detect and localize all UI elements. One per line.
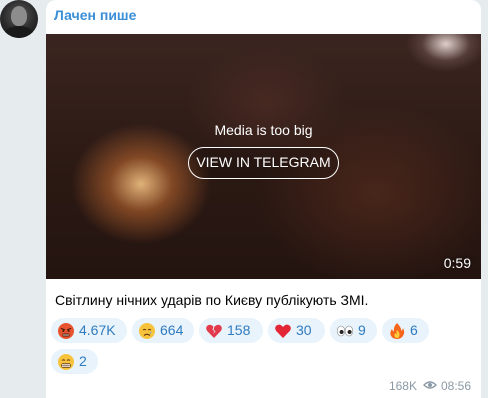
- reaction-count: 664: [160, 322, 184, 338]
- broken-heart-icon: [205, 322, 223, 340]
- reaction-count: 30: [296, 322, 312, 338]
- reaction-crying[interactable]: 664: [132, 318, 194, 343]
- avatar-shoulders: [4, 26, 34, 38]
- video-media[interactable]: Media is too big VIEW IN TELEGRAM 0:59: [46, 34, 481, 279]
- view-in-telegram-button[interactable]: VIEW IN TELEGRAM: [188, 147, 339, 179]
- grimacing-face-icon: [57, 353, 75, 371]
- message-time: 08:56: [440, 379, 471, 393]
- video-duration: 0:59: [443, 255, 471, 271]
- message-meta: 168K 08:56: [389, 379, 471, 393]
- fire-icon: [388, 322, 406, 340]
- channel-avatar[interactable]: [0, 0, 38, 38]
- message-bubble: Лачен пише Media is too big VIEW IN TELE…: [46, 0, 481, 398]
- reaction-heart[interactable]: 30: [268, 318, 325, 343]
- crying-face-icon: [138, 322, 156, 340]
- angry-face-icon: [57, 322, 75, 340]
- reaction-grimacing[interactable]: 2: [51, 349, 98, 374]
- reaction-angry[interactable]: 4.67K: [51, 318, 127, 343]
- reaction-count: 2: [79, 353, 87, 369]
- reaction-count: 4.67K: [79, 322, 116, 338]
- eye-icon: [423, 379, 437, 393]
- message-caption: Світлину нічних ударів по Києву публікую…: [55, 292, 369, 308]
- reaction-broken-heart[interactable]: 158: [199, 318, 263, 343]
- reaction-eyes[interactable]: 9: [330, 318, 377, 343]
- reaction-count: 6: [410, 322, 418, 338]
- views-count: 168K: [388, 379, 417, 393]
- avatar-face: [11, 6, 27, 26]
- eyes-icon: [336, 322, 354, 340]
- author-name[interactable]: Лачен пише: [54, 7, 136, 23]
- reaction-count: 158: [227, 322, 251, 338]
- media-too-big-notice: Media is too big: [214, 122, 313, 138]
- reaction-count: 9: [358, 322, 366, 338]
- reaction-fire[interactable]: 6: [382, 318, 429, 343]
- red-heart-icon: [274, 322, 292, 340]
